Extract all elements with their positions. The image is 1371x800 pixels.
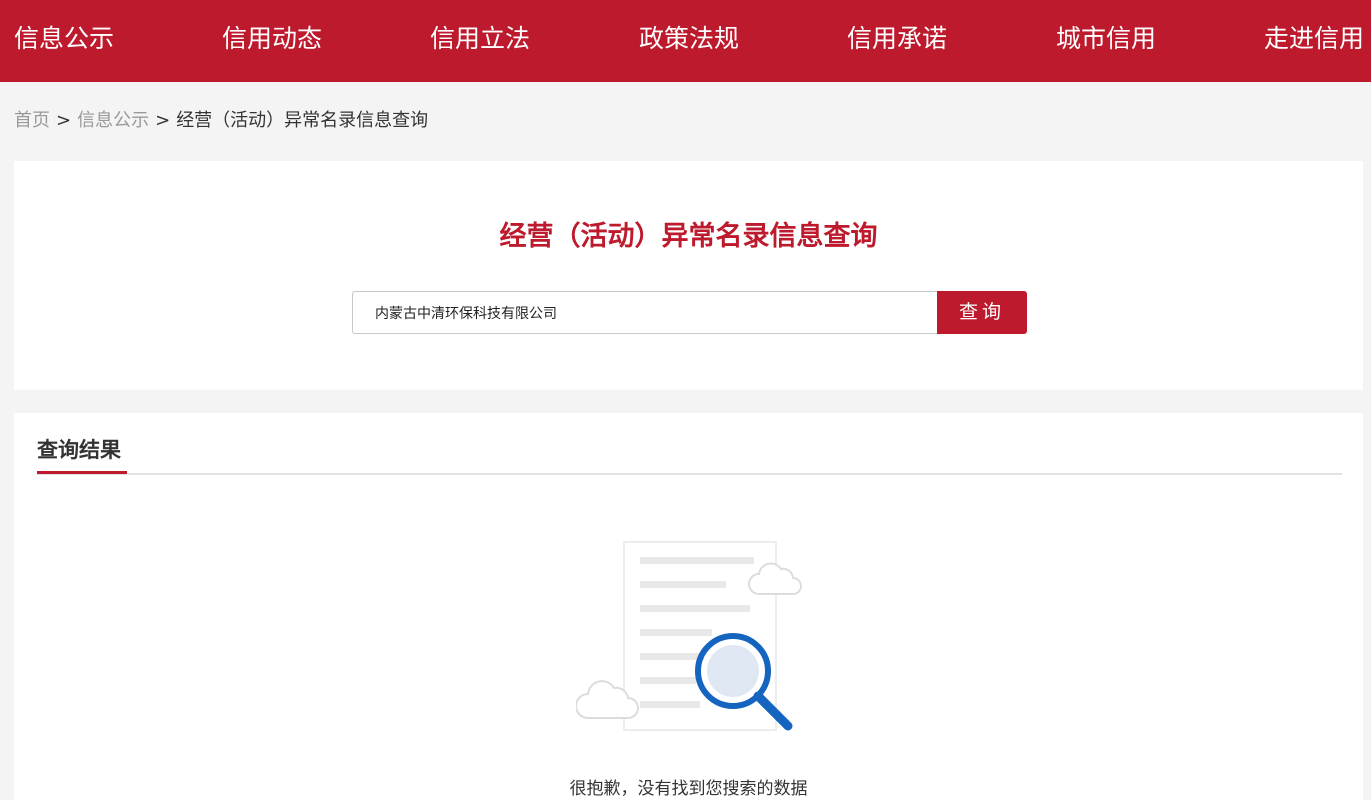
nav-item-city-credit[interactable]: 城市信用 (1056, 20, 1156, 58)
results-panel: 查询结果 很抱歉，没有找到您搜索的数据 (14, 413, 1363, 800)
active-tab-indicator (37, 471, 127, 474)
breadcrumb-separator: > (155, 110, 171, 131)
search-title: 经营（活动）异常名录信息查询 (499, 221, 878, 252)
document-search-icon (576, 541, 802, 731)
breadcrumb-section-link[interactable]: 信息公示 (77, 110, 149, 131)
tab-query-results[interactable]: 查询结果 (37, 431, 121, 475)
nav-item-credit-commitment[interactable]: 信用承诺 (847, 20, 947, 58)
breadcrumb-separator: > (56, 110, 72, 131)
search-button[interactable]: 查询 (937, 291, 1027, 334)
breadcrumb-current-page: 经营（活动）异常名录信息查询 (176, 110, 429, 131)
nav-item-credit-legislation[interactable]: 信用立法 (430, 20, 530, 58)
nav-item-policy-regulations[interactable]: 政策法规 (639, 20, 739, 58)
results-tab-bar: 查询结果 (37, 431, 1342, 475)
empty-results-message: 很抱歉，没有找到您搜索的数据 (569, 779, 808, 799)
nav-item-credit-news[interactable]: 信用动态 (222, 20, 322, 58)
breadcrumb-home-link[interactable]: 首页 (14, 110, 50, 131)
search-panel: 经营（活动）异常名录信息查询 查询 (14, 161, 1363, 390)
company-search-input[interactable] (352, 291, 938, 334)
breadcrumb: 首页 > 信息公示 > 经营（活动）异常名录信息查询 (14, 108, 428, 134)
top-navigation-bar: 信息公示 信用动态 信用立法 政策法规 信用承诺 城市信用 走进信用 (0, 0, 1371, 82)
nav-item-about-credit[interactable]: 走进信用 (1264, 20, 1364, 58)
nav-item-info-disclosure[interactable]: 信息公示 (14, 20, 114, 58)
